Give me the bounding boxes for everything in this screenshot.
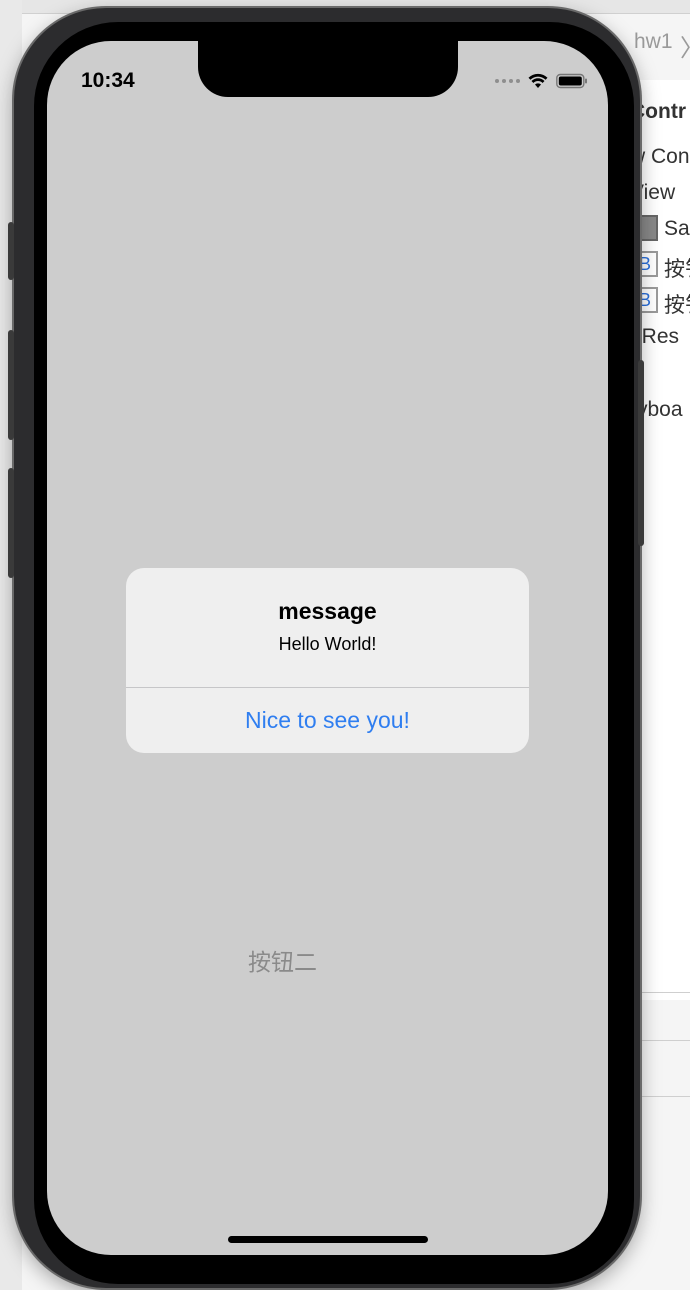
home-indicator[interactable]: [228, 1236, 428, 1243]
divider: [636, 992, 690, 993]
divider: [636, 1096, 690, 1097]
chevron-right-icon[interactable]: 〉: [680, 28, 690, 63]
power-button: [638, 360, 644, 546]
wifi-icon: [528, 73, 548, 89]
alert-message: Hello World!: [278, 634, 377, 654]
battery-icon: [556, 73, 588, 89]
divider: [636, 1040, 690, 1041]
simulator-screen: 10:34 message Hello World! Nice to see y…: [47, 41, 608, 1255]
status-bar-time: 10:34: [81, 69, 135, 92]
alert-dialog: message Hello World! Nice to see you!: [126, 568, 529, 753]
editor-tab-title[interactable]: hw1: [634, 30, 673, 54]
cellular-signal-icon: [495, 79, 520, 83]
alert-title: message: [278, 598, 377, 624]
button-two[interactable]: 按钮二: [248, 943, 317, 977]
mute-switch: [8, 222, 14, 280]
status-bar-indicators: [495, 71, 588, 91]
device-notch: [198, 41, 458, 97]
outline-item-button-one[interactable]: 按钅: [664, 253, 690, 283]
volume-up-button: [8, 330, 14, 440]
alert-action-button[interactable]: Nice to see you!: [126, 688, 529, 753]
volume-down-button: [8, 468, 14, 578]
outline-item-button-two[interactable]: 按钅: [664, 289, 690, 319]
outline-item-safe-area[interactable]: Sa: [664, 217, 690, 241]
